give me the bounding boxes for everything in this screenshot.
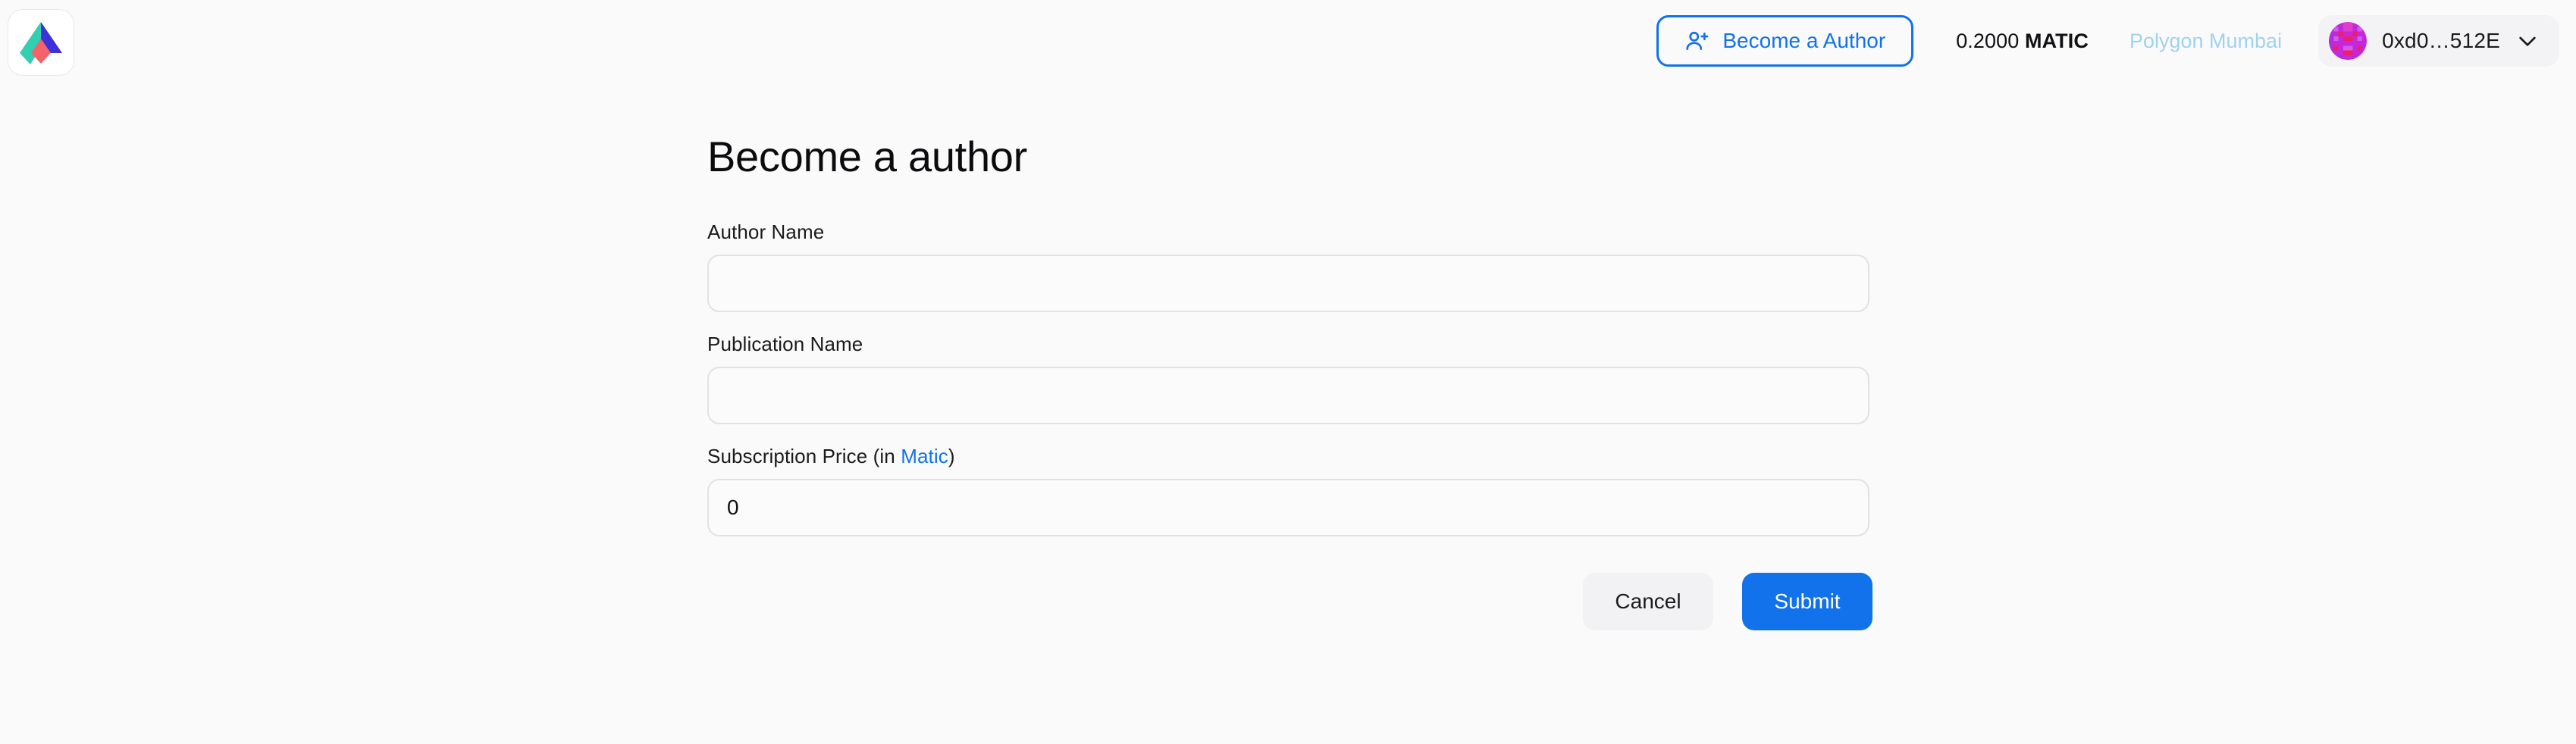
author-name-label: Author Name bbox=[707, 220, 825, 243]
field-author-name: Author Name bbox=[707, 220, 1869, 312]
page-title: Become a author bbox=[707, 133, 1027, 180]
blockies-avatar-icon bbox=[2329, 22, 2368, 60]
publication-name-label: Publication Name bbox=[707, 333, 863, 355]
wallet-balance: 0.2000 MATIC bbox=[1956, 30, 2089, 53]
paper-plane-logo-icon bbox=[20, 20, 62, 64]
subscription-price-label: Subscription Price (in Matic) bbox=[707, 445, 1869, 468]
field-subscription-price: Subscription Price (in Matic) bbox=[707, 445, 1869, 536]
main-content: Become a author Author Name Publication … bbox=[0, 132, 2576, 630]
header-right-cluster: Become a Author 0.2000 MATIC Polygon Mum… bbox=[1656, 15, 2559, 67]
become-author-form: Author Name Publication Name Subscriptio… bbox=[707, 220, 1872, 630]
form-actions: Cancel Submit bbox=[707, 573, 1872, 630]
publication-name-input[interactable] bbox=[707, 367, 1869, 424]
subscription-price-label-suffix: ) bbox=[948, 445, 955, 467]
person-add-icon bbox=[1684, 28, 1710, 54]
become-author-button[interactable]: Become a Author bbox=[1656, 15, 1914, 67]
cancel-button[interactable]: Cancel bbox=[1583, 573, 1713, 630]
app-header: Become a Author 0.2000 MATIC Polygon Mum… bbox=[0, 0, 2576, 98]
app-logo[interactable] bbox=[8, 9, 74, 76]
chevron-down-icon[interactable] bbox=[2515, 29, 2540, 53]
field-publication-name: Publication Name bbox=[707, 333, 1869, 424]
wallet-address-label: 0xd0…512E bbox=[2382, 29, 2500, 52]
matic-link[interactable]: Matic bbox=[901, 445, 948, 467]
subscription-price-input[interactable] bbox=[707, 479, 1869, 536]
wallet-balance-amount: 0.2000 bbox=[1956, 29, 2020, 52]
become-author-button-label: Become a Author bbox=[1722, 29, 1886, 52]
wallet-balance-symbol: MATIC bbox=[2024, 29, 2089, 52]
network-label: Polygon Mumbai bbox=[2129, 29, 2283, 52]
subscription-price-label-prefix: Subscription Price (in bbox=[707, 445, 901, 467]
wallet-account-chip[interactable]: 0xd0…512E bbox=[2318, 15, 2559, 67]
submit-button[interactable]: Submit bbox=[1742, 573, 1872, 630]
author-name-input[interactable] bbox=[707, 255, 1869, 312]
